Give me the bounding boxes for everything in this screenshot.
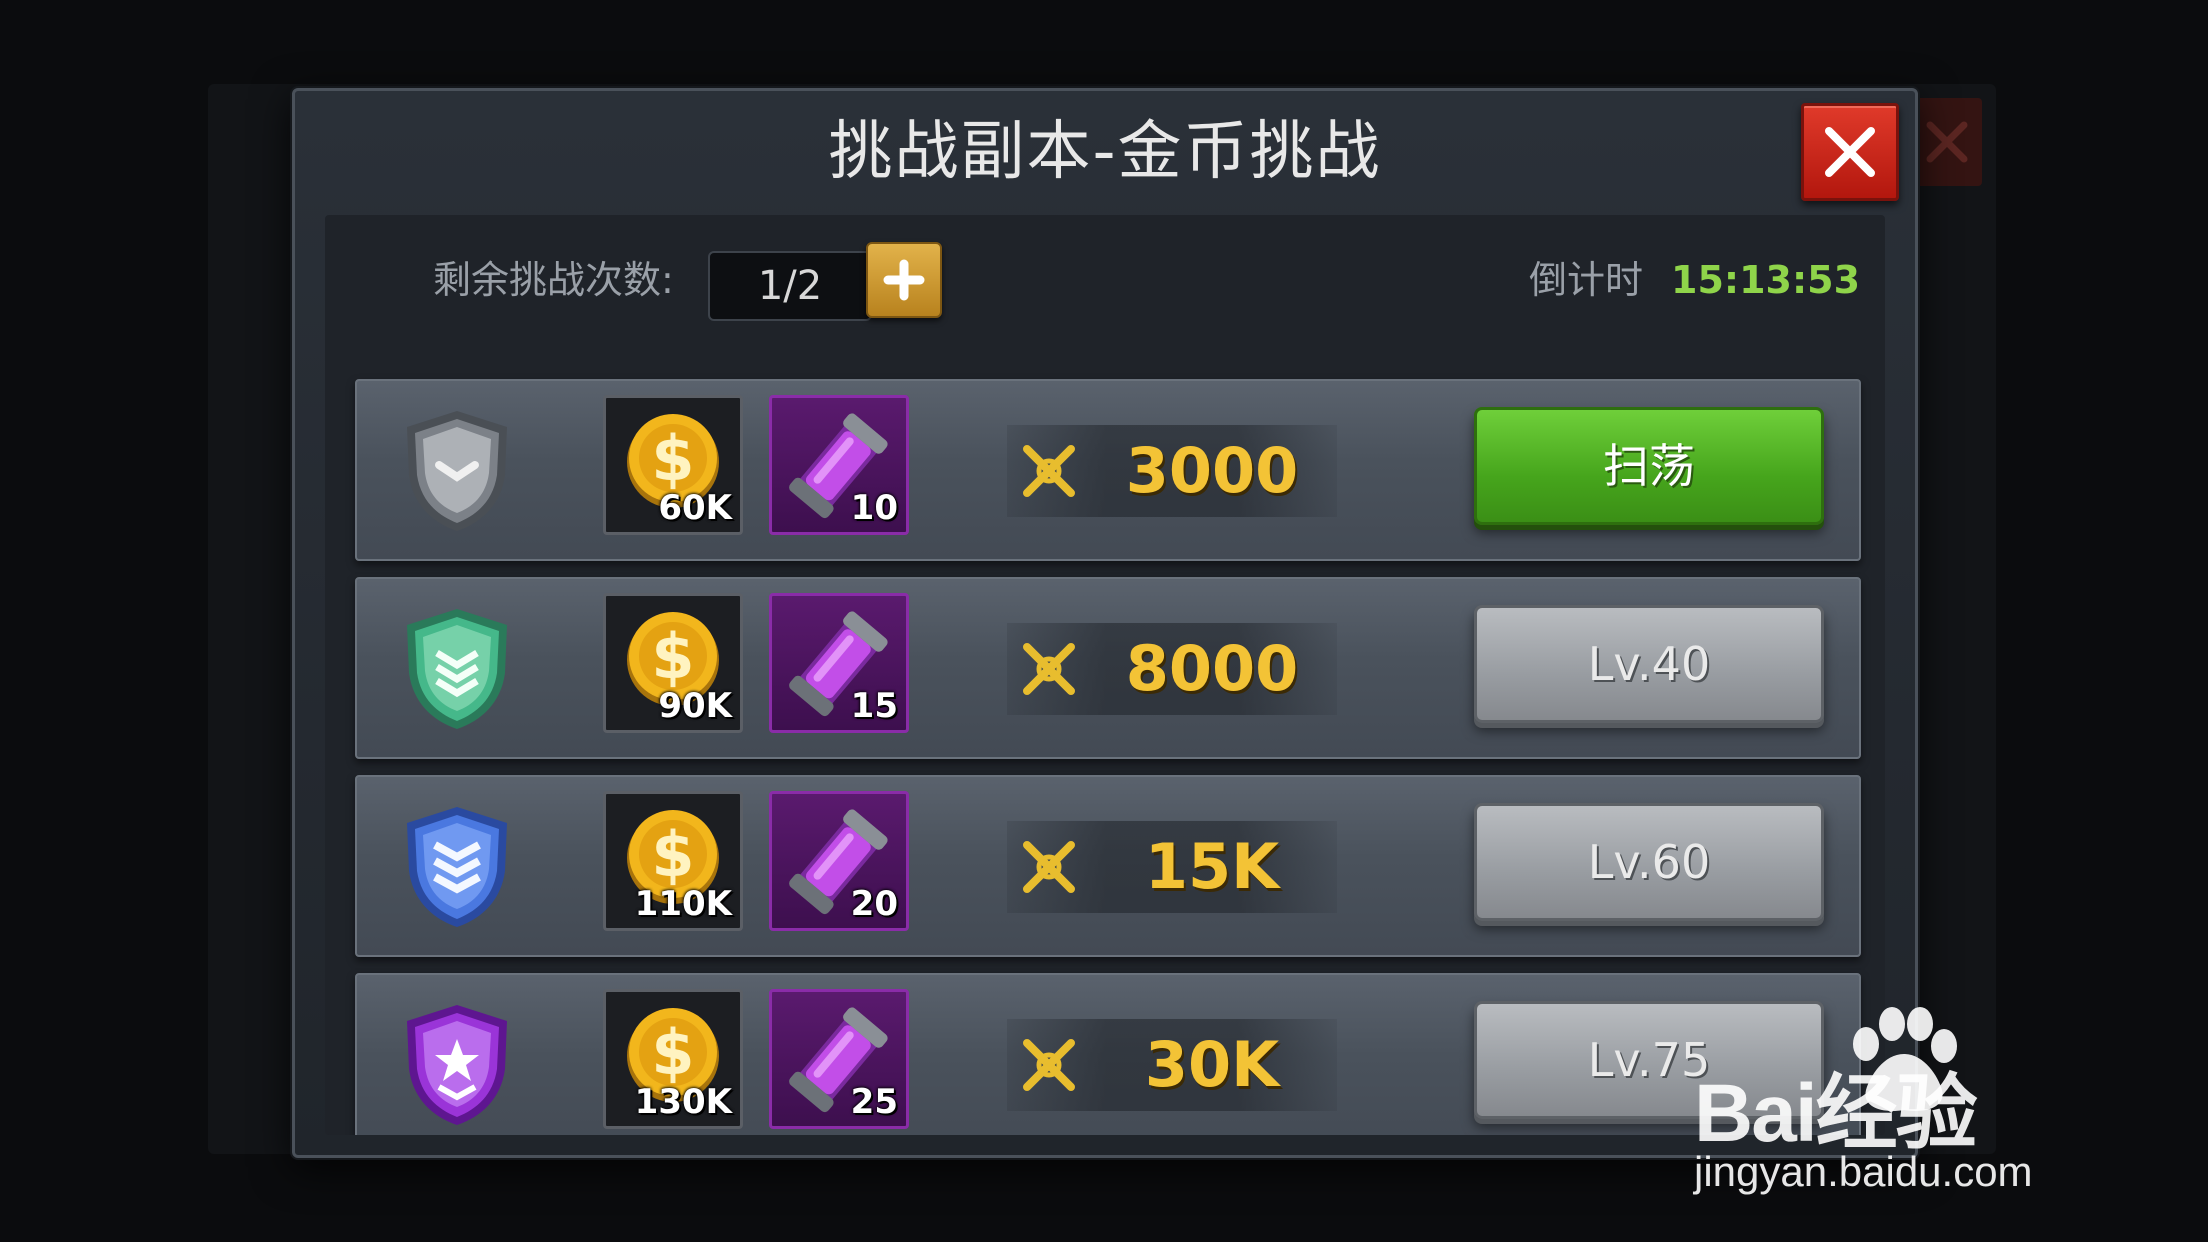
purple-tube-reward[interactable]: 20 — [769, 791, 909, 931]
level-locked-button[interactable]: Lv.40 — [1474, 605, 1824, 723]
close-icon — [1825, 127, 1875, 177]
attempts-counter: 1/2 — [708, 251, 872, 321]
svg-text:$: $ — [651, 422, 694, 495]
gold-challenge-dialog: 挑战副本-金币挑战 剩余挑战次数: 1/2 倒计时 15:13:53 $ 60K… — [292, 88, 1918, 1158]
green-shield-icon — [407, 609, 507, 729]
countdown-timer: 15:13:53 — [1671, 258, 1861, 302]
tube-quantity: 25 — [850, 1082, 898, 1122]
reward-value: 15K — [1144, 830, 1280, 903]
gray-shield-icon — [407, 411, 507, 531]
gold-coin-reward[interactable]: $ 60K — [603, 395, 743, 535]
challenge-tier-row: $ 110K 20 15K Lv.60 — [355, 775, 1861, 957]
attempts-label: 剩余挑战次数: — [433, 258, 674, 302]
dialog-title: 挑战副本-金币挑战 — [828, 115, 1382, 189]
sweep-button[interactable]: 扫荡 — [1474, 407, 1824, 525]
add-attempts-button[interactable] — [866, 242, 942, 318]
tube-quantity: 15 — [850, 686, 898, 726]
challenge-tier-row: $ 60K 10 3000 扫荡 — [355, 379, 1861, 561]
challenge-tier-row: $ 90K 15 8000 Lv.40 — [355, 577, 1861, 759]
crossed-swords-icon — [1023, 643, 1075, 695]
gold-coin-reward[interactable]: $ 130K — [603, 989, 743, 1129]
level-locked-button[interactable]: Lv.60 — [1474, 803, 1824, 921]
gold-coin-reward[interactable]: $ 90K — [603, 593, 743, 733]
gold-coin-reward[interactable]: $ 110K — [603, 791, 743, 931]
reward-value: 3000 — [1125, 434, 1299, 507]
tube-quantity: 10 — [850, 488, 898, 528]
svg-text:$: $ — [651, 1016, 694, 1089]
countdown-label: 倒计时 — [1529, 258, 1644, 302]
crossed-swords-icon — [1023, 445, 1075, 497]
challenge-tier-row: $ 130K 25 30K Lv.75 — [355, 973, 1861, 1135]
svg-text:$: $ — [651, 620, 694, 693]
crossed-swords-icon — [1023, 841, 1075, 893]
reward-value: 8000 — [1125, 632, 1299, 705]
purple-tube-reward[interactable]: 15 — [769, 593, 909, 733]
purple-tube-reward[interactable]: 10 — [769, 395, 909, 535]
plus-icon — [883, 259, 925, 301]
svg-text:$: $ — [651, 818, 694, 891]
purple-shield-icon — [407, 1005, 507, 1125]
blue-shield-icon — [407, 807, 507, 927]
background-close-icon — [1912, 98, 1982, 186]
coin-quantity: 130K — [634, 1082, 732, 1122]
coin-quantity: 60K — [658, 488, 732, 528]
coin-quantity: 90K — [658, 686, 732, 726]
tube-quantity: 20 — [850, 884, 898, 924]
coin-quantity: 110K — [634, 884, 732, 924]
purple-tube-reward[interactable]: 25 — [769, 989, 909, 1129]
crossed-swords-icon — [1023, 1039, 1075, 1091]
dialog-content: 剩余挑战次数: 1/2 倒计时 15:13:53 $ 60K 10 3000 扫… — [325, 215, 1885, 1135]
close-button[interactable] — [1801, 103, 1899, 201]
reward-value: 30K — [1144, 1028, 1280, 1101]
level-locked-button[interactable]: Lv.75 — [1474, 1001, 1824, 1119]
